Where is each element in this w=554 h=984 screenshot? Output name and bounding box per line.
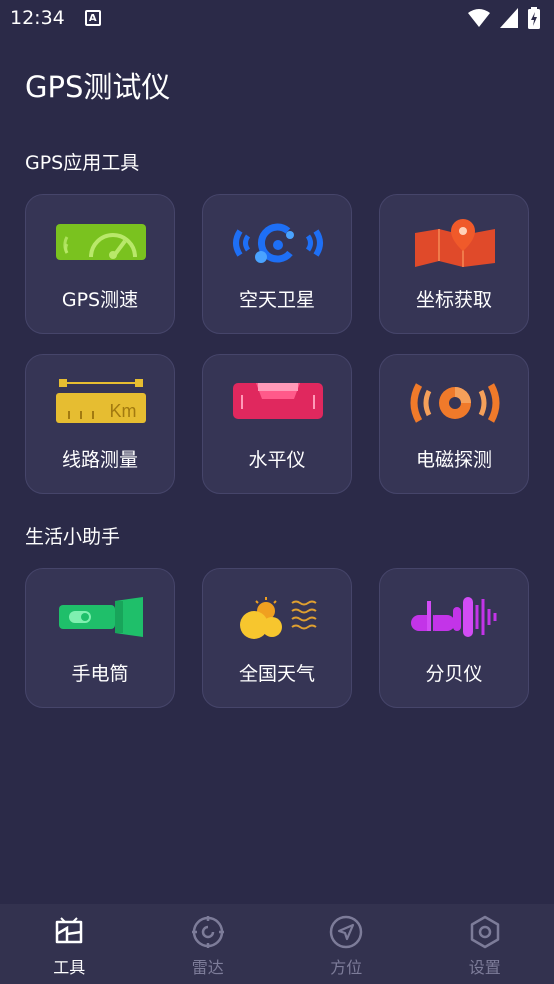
tile-flashlight[interactable]: 手电筒 xyxy=(25,568,175,708)
tile-level[interactable]: 水平仪 xyxy=(202,354,352,494)
tile-gps-speed[interactable]: GPS测速 xyxy=(25,194,175,334)
tile-label: 线路测量 xyxy=(61,449,138,471)
flashlight-icon xyxy=(59,597,143,637)
tile-label: 电磁探测 xyxy=(415,449,492,471)
nav-label: 工具 xyxy=(53,958,86,977)
tools-icon xyxy=(56,917,83,944)
section-title-gps-tools: GPS应用工具 xyxy=(25,152,140,174)
signal-icon xyxy=(500,8,518,28)
em-detector-icon xyxy=(410,383,500,423)
page-title: GPS测试仪 xyxy=(25,70,171,104)
tile-label: GPS测速 xyxy=(61,289,139,311)
tile-coordinates[interactable]: 坐标获取 xyxy=(379,194,529,334)
nav-item-direction[interactable]: 方位 xyxy=(277,904,416,984)
tile-weather[interactable]: 全国天气 xyxy=(202,568,352,708)
nav-item-settings[interactable]: 设置 xyxy=(416,904,554,984)
battery-icon xyxy=(528,7,540,29)
decibel-icon xyxy=(411,597,497,637)
status-time: 12:34 xyxy=(10,7,65,29)
notification-a-icon: A xyxy=(84,10,101,26)
compass-icon xyxy=(330,915,363,949)
wifi-icon xyxy=(468,9,490,27)
map-pin-icon xyxy=(415,219,495,267)
tile-label: 坐标获取 xyxy=(415,289,492,311)
satellite-icon xyxy=(233,223,323,263)
ruler-icon: Km xyxy=(56,379,146,423)
speedometer-icon xyxy=(56,224,146,260)
level-icon xyxy=(233,383,323,419)
weather-icon xyxy=(240,597,317,639)
nav-label: 设置 xyxy=(468,958,501,977)
bottom-nav: 工具 雷达 方位 设置 xyxy=(0,904,554,984)
nav-item-tools[interactable]: 工具 xyxy=(0,904,139,984)
status-bar: 12:34 A xyxy=(0,0,554,36)
nav-label: 方位 xyxy=(330,958,363,977)
tile-em-detector[interactable]: 电磁探测 xyxy=(379,354,529,494)
tile-label: 全国天气 xyxy=(238,663,315,685)
tile-label: 手电筒 xyxy=(71,663,129,685)
tile-label: 水平仪 xyxy=(248,449,306,471)
tile-decibel[interactable]: 分贝仪 xyxy=(379,568,529,708)
tile-satellite[interactable]: 空天卫星 xyxy=(202,194,352,334)
radar-icon xyxy=(191,916,224,948)
section-title-helpers: 生活小助手 xyxy=(25,526,121,548)
tile-label: 空天卫星 xyxy=(238,289,315,311)
status-icons xyxy=(468,7,540,29)
tile-label: 分贝仪 xyxy=(425,663,483,685)
ruler-text: Km xyxy=(110,401,137,421)
tile-route-measure[interactable]: Km 线路测量 xyxy=(25,354,175,494)
nav-label: 雷达 xyxy=(191,958,224,977)
settings-icon xyxy=(470,915,499,949)
nav-item-radar[interactable]: 雷达 xyxy=(139,904,278,984)
